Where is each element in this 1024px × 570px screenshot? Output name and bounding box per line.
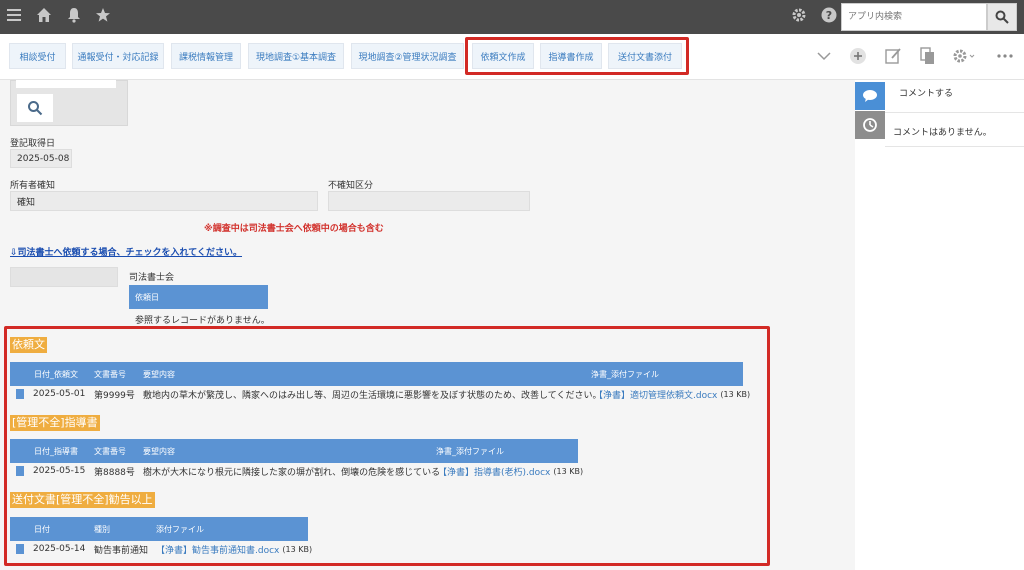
scrivener-request-link[interactable]: ⇩司法書士へ依頼する場合、チェックを入れてください。: [10, 245, 242, 258]
star-icon[interactable]: [95, 7, 111, 28]
more-icon[interactable]: [996, 47, 1014, 70]
lookup-field[interactable]: [16, 80, 116, 88]
survey-basic-button[interactable]: 現地調査①基本調査: [248, 43, 344, 69]
gear-icon[interactable]: [791, 7, 807, 28]
owner-confirm-field[interactable]: 確知: [10, 191, 318, 211]
scrivener-checkbox-area[interactable]: [10, 267, 118, 287]
history-icon: [863, 118, 877, 132]
comment-tab[interactable]: [855, 82, 885, 110]
investigation-note: ※調査中は司法書士会へ依頼中の場合も含む: [204, 224, 384, 234]
divider: [885, 112, 1024, 113]
report-record-button[interactable]: 通報受付・対応記録: [72, 43, 164, 69]
consultation-button[interactable]: 相談受付: [9, 43, 66, 69]
history-tab[interactable]: [855, 111, 885, 139]
add-icon[interactable]: [849, 47, 867, 70]
copy-icon[interactable]: [918, 47, 936, 70]
menu-icon[interactable]: [6, 7, 22, 28]
unknown-category-label: 不確知区分: [328, 181, 374, 191]
no-records-text: 参照するレコードがありません。: [135, 316, 270, 326]
lookup-search-button[interactable]: [17, 94, 53, 122]
home-icon[interactable]: [36, 7, 52, 28]
app-search-input[interactable]: [841, 3, 987, 31]
search-icon: [28, 101, 43, 116]
bell-icon[interactable]: [66, 7, 82, 28]
tax-info-button[interactable]: 課税情報管理: [171, 43, 241, 69]
survey-management-button[interactable]: 現地調査②管理状況調査: [351, 43, 464, 69]
action-bar: 相談受付 通報受付・対応記録 課税情報管理 現地調査①基本調査 現地調査②管理状…: [0, 34, 1024, 80]
toolbar-highlight-box: [465, 37, 689, 75]
search-icon: [995, 10, 1009, 24]
divider: [885, 146, 1024, 147]
comment-icon: [863, 90, 877, 102]
request-date-header: 依頼日: [129, 285, 268, 309]
unknown-category-field[interactable]: [328, 191, 530, 211]
scriveners-association-label: 司法書士会: [129, 273, 175, 283]
comment-panel: コメントする コメントはありません。: [855, 80, 1024, 570]
settings-icon[interactable]: [951, 47, 977, 70]
chevron-down-icon[interactable]: [815, 47, 833, 70]
top-bar: ?: [0, 0, 1024, 34]
owner-confirm-label: 所有者確知: [10, 181, 56, 191]
svg-text:?: ?: [826, 9, 832, 22]
search-button[interactable]: [987, 3, 1017, 31]
add-comment-link[interactable]: コメントする: [899, 86, 953, 99]
sections-highlight-box: [4, 326, 770, 566]
registration-date-field[interactable]: 2025-05-08: [10, 149, 72, 168]
no-comments-text: コメントはありません。: [893, 128, 992, 138]
registration-date-label: 登記取得日: [10, 139, 56, 149]
help-icon[interactable]: ?: [821, 7, 837, 28]
edit-icon[interactable]: [884, 47, 902, 70]
